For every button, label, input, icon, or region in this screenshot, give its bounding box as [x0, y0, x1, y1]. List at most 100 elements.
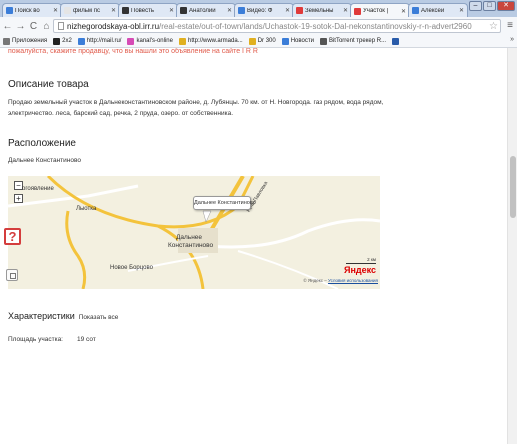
tab-close-icon[interactable]: ✕ [169, 7, 174, 14]
area-label: Площадь участка: [8, 336, 63, 343]
map-balloon[interactable]: Дальнее Константиново [193, 196, 256, 210]
fullscreen-icon[interactable] [6, 269, 18, 281]
help-icon[interactable]: ? [4, 228, 21, 245]
bookmark-label: Новости [290, 38, 314, 44]
back-icon[interactable]: ← [2, 21, 13, 32]
tab-title: фильм пс [73, 7, 100, 14]
bookmark-label: kanal's-online [136, 38, 173, 44]
bookmark-label: Dr 300 [257, 38, 276, 44]
browser-toolbar: ← → C ⌂ nizhegorodskaya-obl.irr.ru/real-… [0, 17, 517, 35]
tab-close-icon[interactable]: ✕ [227, 7, 232, 14]
bookmarks-more[interactable]: » [510, 36, 514, 43]
bookmark-icon [53, 37, 61, 45]
bookmark-label: BitTorrent трекер R... [328, 38, 387, 44]
tab-favicon-icon [354, 7, 361, 15]
location-map[interactable]: − + огоявление Лыотка Новое Борцово Речь… [8, 176, 380, 289]
tab-close-icon[interactable]: ✕ [53, 7, 58, 14]
characteristics-header: Характеристики Показать все [8, 311, 118, 321]
bookmark-label: http://mail.ru/ [86, 38, 122, 44]
tab-close-icon[interactable]: ✕ [285, 7, 290, 14]
bookmark-icon [179, 37, 186, 45]
address-bar[interactable]: nizhegorodskaya-obl.irr.ru/real-estate/o… [53, 19, 501, 33]
close-window-icon[interactable]: ✕ [497, 1, 515, 11]
bookmark-item[interactable] [392, 37, 401, 45]
maximize-icon[interactable]: □ [483, 1, 496, 11]
browser-tab[interactable]: фильм пс ✕ [60, 3, 120, 17]
url-text: nizhegorodskaya-obl.irr.ru/real-estate/o… [67, 21, 472, 31]
tab-title: Видео: Ф [247, 7, 273, 14]
map-label-village1: огоявление [22, 186, 54, 192]
map-city-line1: Дальнее [176, 234, 203, 241]
bookmark-icon [392, 37, 400, 45]
bookmark-item[interactable]: 2x2 [53, 37, 72, 45]
tab-close-icon[interactable]: ✕ [343, 7, 348, 14]
map-label-village2: Лыотка [76, 206, 97, 212]
tab-title: Участок | [363, 8, 389, 14]
browser-tab[interactable]: Видео: Ф ✕ [234, 3, 294, 17]
tab-favicon-icon [122, 7, 129, 14]
map-label-village3: Новое Борцово [110, 265, 153, 271]
tab-title: Земельны [305, 7, 334, 14]
browser-tab[interactable]: Поиск во ✕ [2, 3, 62, 17]
show-all-link[interactable]: Показать все [79, 314, 119, 321]
bookmark-item[interactable]: kanal's-online [127, 37, 173, 45]
forward-icon[interactable]: → [15, 21, 26, 32]
tab-close-icon[interactable]: ✕ [111, 7, 116, 14]
bookmark-item[interactable]: BitTorrent трекер R... [319, 37, 387, 45]
home-icon[interactable]: ⌂ [41, 21, 52, 32]
tab-close-icon[interactable]: ✕ [459, 7, 464, 14]
reload-icon[interactable]: C [28, 21, 39, 32]
window-controls: – □ ✕ [469, 1, 515, 11]
browser-tab[interactable]: Алексей ✕ [408, 3, 468, 17]
tab-favicon-icon [238, 7, 245, 14]
browser-tab[interactable]: Участок | ✕ [350, 3, 410, 18]
bookmark-icon [77, 37, 85, 45]
tab-title: Алексей [421, 7, 445, 14]
bookmark-label: http://www.armada... [188, 38, 243, 44]
location-name: Дальнее Константиново [8, 157, 81, 164]
map-scale-bar [346, 263, 376, 264]
bookmark-item[interactable]: Новости [281, 37, 314, 45]
map-copyright: © Яндекс – Условия использования [303, 278, 378, 283]
seller-notice: пожалуйста, скажите продавцу, что вы наш… [8, 48, 258, 55]
bookmark-icon [3, 37, 10, 45]
map-roads [8, 176, 380, 289]
tab-title: Поиск во [15, 7, 40, 14]
area-value: 19 сот [77, 336, 96, 343]
tab-favicon-icon [180, 7, 187, 14]
bookmark-item[interactable]: http://mail.ru/ [77, 37, 122, 45]
bookmarks-bar: Приложения 2x2 http://mail.ru/kanal's-onli… [0, 35, 517, 48]
browser-tab[interactable]: Повесть ✕ [118, 3, 178, 17]
page-icon [58, 22, 64, 30]
location-heading: Расположение [8, 138, 76, 149]
browser-tab[interactable]: Анатолий ✕ [176, 3, 236, 17]
minimize-icon[interactable]: – [469, 1, 482, 11]
bookmark-item[interactable]: Приложения [3, 37, 48, 45]
bookmark-label: 2x2 [62, 38, 72, 44]
tab-title: Повесть [131, 7, 154, 14]
tab-strip: Поиск во ✕ фильм пс ✕ Повесть ✕ Анатолий ✕ Видео… [0, 0, 517, 18]
zoom-in-button[interactable]: + [14, 194, 23, 203]
bookmark-label: Приложения [12, 38, 48, 44]
scrollbar-thumb[interactable] [510, 156, 516, 218]
browser-tab[interactable]: Земельны ✕ [292, 3, 352, 17]
bookmark-icon [127, 37, 135, 45]
bookmark-item[interactable]: http://www.armada... [179, 37, 243, 45]
tab-close-icon[interactable]: ✕ [401, 8, 406, 15]
tab-favicon-icon [296, 7, 303, 14]
bookmark-star-icon[interactable]: ☆ [489, 21, 498, 32]
vertical-scrollbar[interactable] [507, 48, 517, 444]
bookmark-icon [248, 37, 256, 45]
description-heading: Описание товара [8, 79, 89, 90]
tab-favicon-icon [412, 7, 419, 14]
terms-link[interactable]: Условия использования [328, 278, 378, 283]
map-scale: 2 км [367, 257, 376, 262]
yandex-logo[interactable]: Яндекс [344, 265, 376, 275]
area-row: Площадь участка: 19 сот [8, 336, 96, 343]
map-city-line2: Константиново [168, 242, 214, 249]
menu-icon[interactable]: ≡ [507, 20, 513, 31]
description-text: Продаю земельный участок в Дальнеконстан… [8, 99, 384, 117]
bookmark-item[interactable]: Dr 300 [248, 37, 276, 45]
tab-favicon-icon [64, 7, 71, 14]
characteristics-heading: Характеристики [8, 311, 75, 321]
